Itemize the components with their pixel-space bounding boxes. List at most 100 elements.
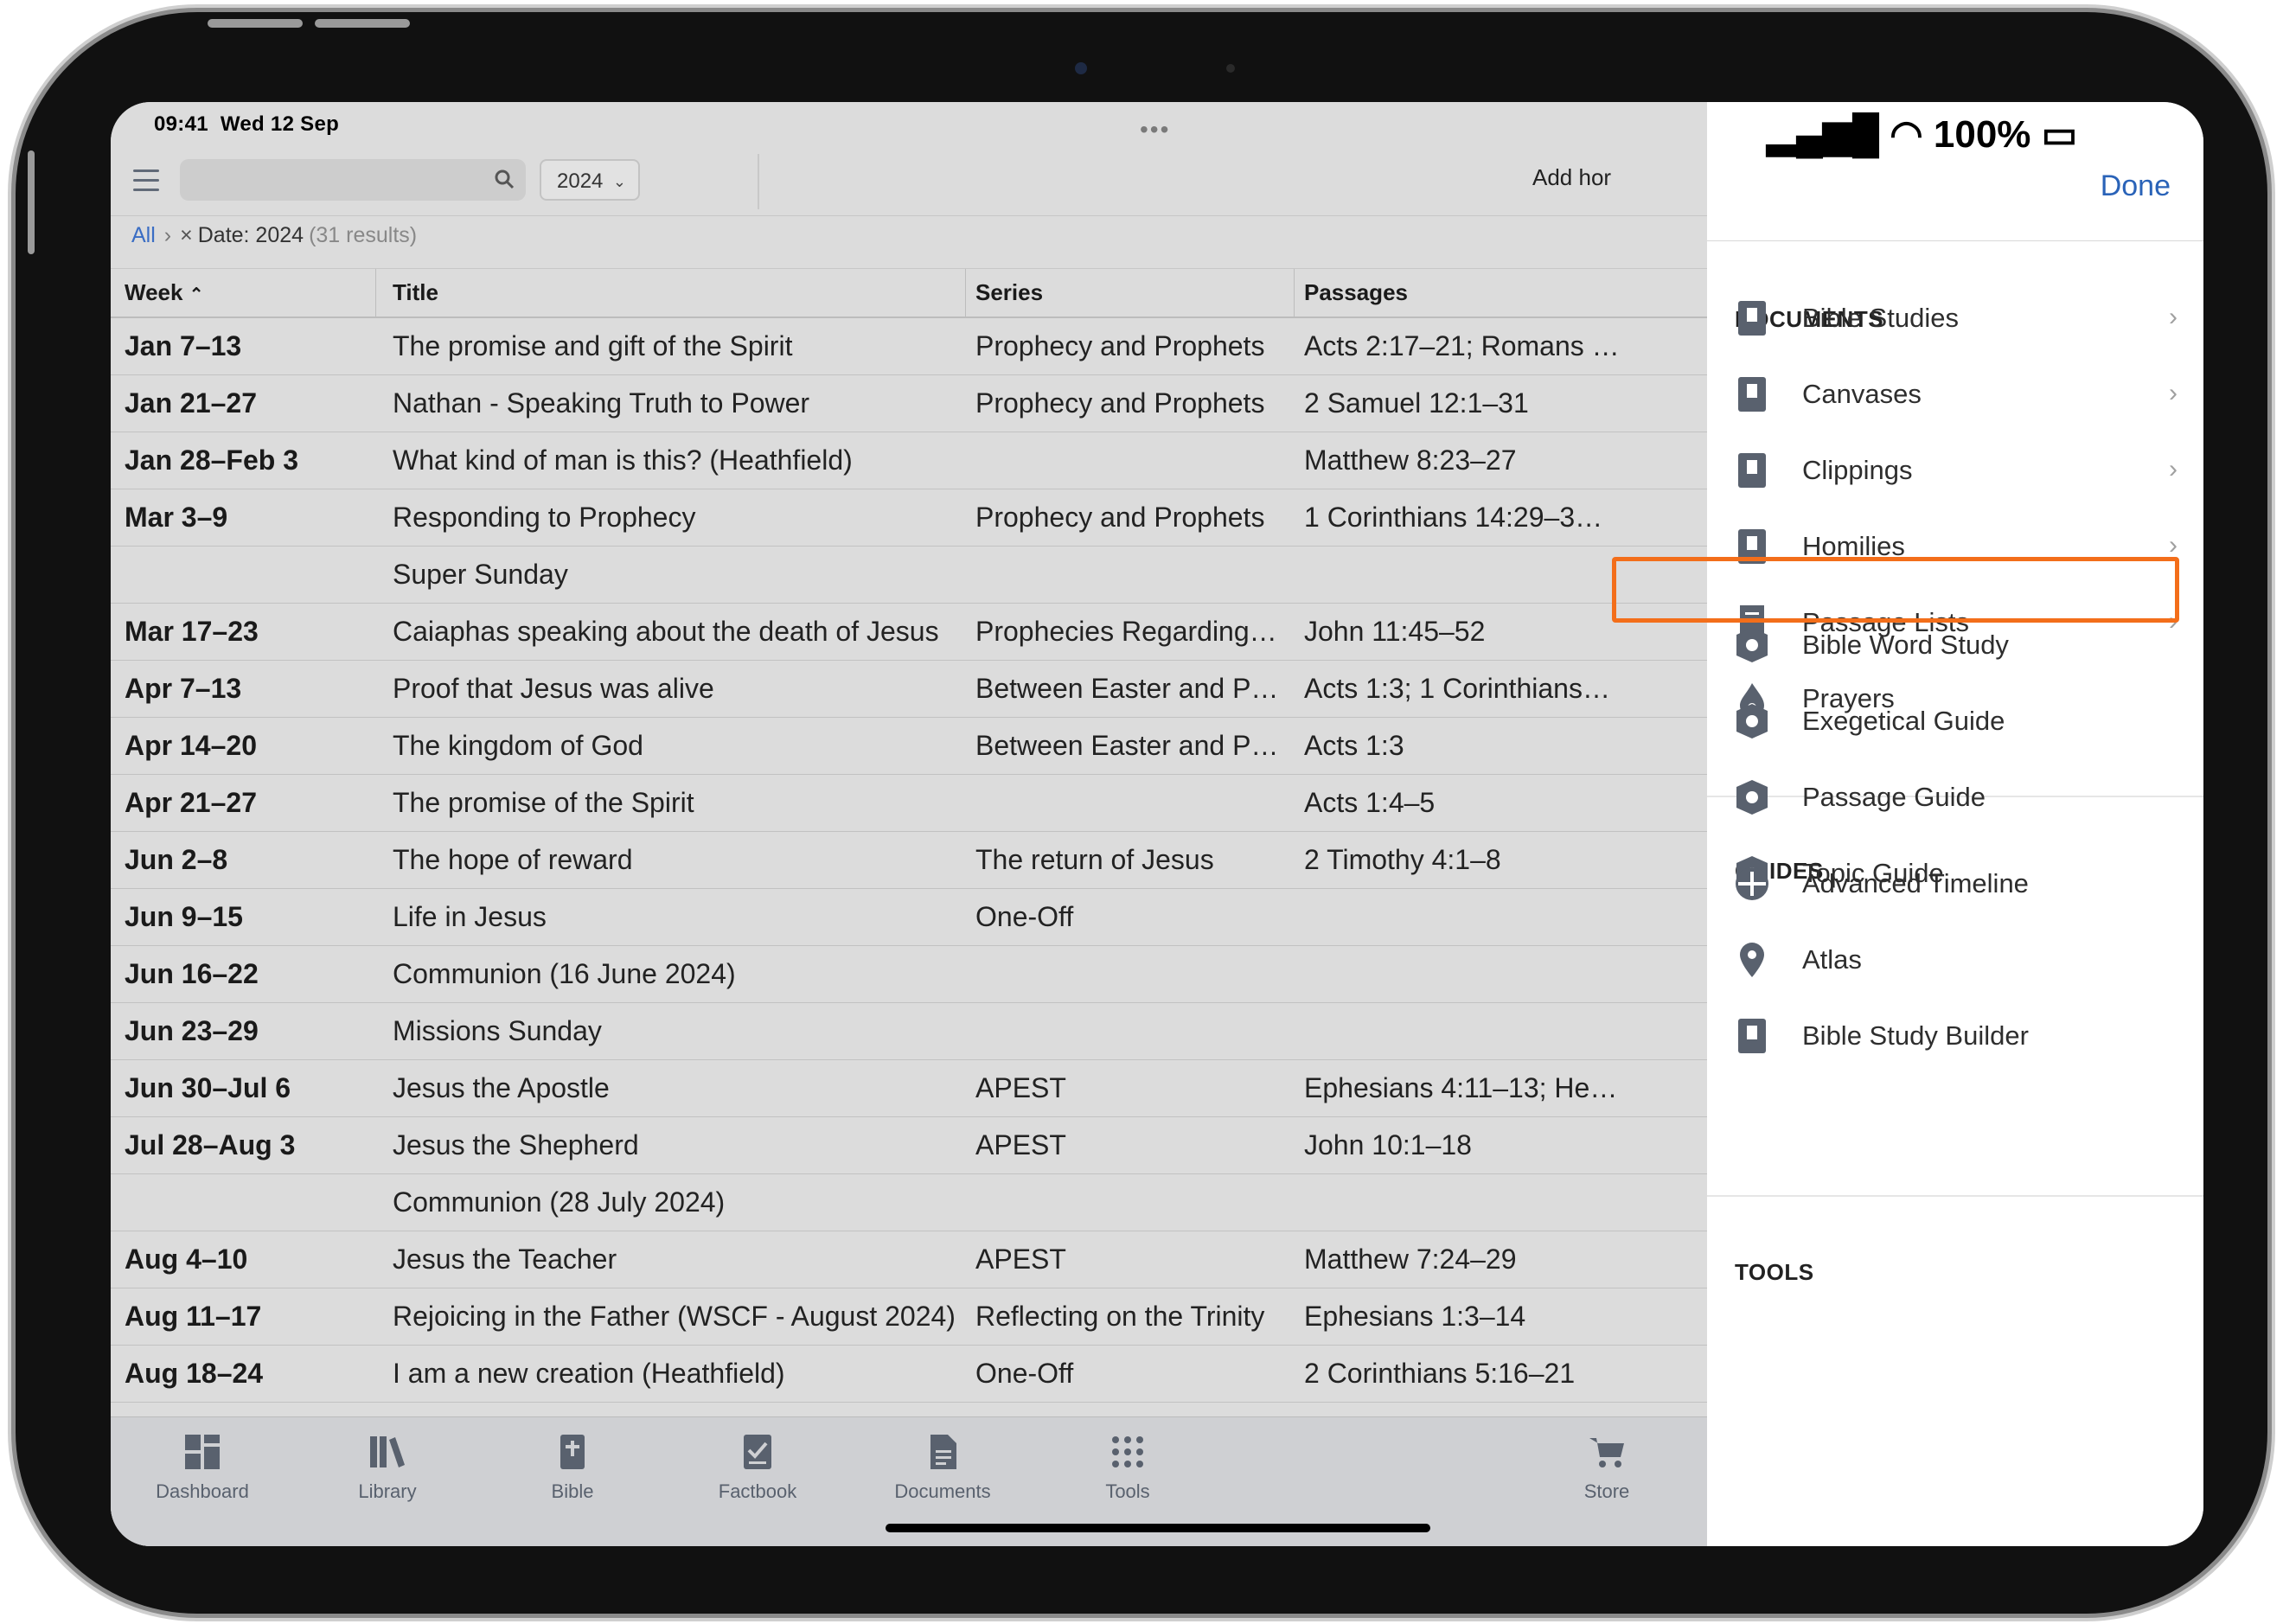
table-row[interactable]: Communion (28 July 2024) [111,1174,1707,1231]
panel-item-atlas[interactable]: Atlas [1707,922,2203,998]
table-row[interactable]: Jan 21–27 Nathan - Speaking Truth to Powe… [111,375,1707,432]
tab-label: Dashboard [156,1480,249,1502]
cell-series: One-Off [975,901,1074,932]
table-row[interactable]: Aug 18–24 I am a new creation (Heathfield… [111,1346,1707,1403]
table-row[interactable]: Apr 21–27 The promise of the Spirit Acts 1… [111,775,1707,832]
table-row[interactable]: Jan 7–13 The promise and gift of the Spir… [111,318,1707,375]
add-home-button[interactable]: Add hor [1532,164,1611,191]
tab-label: Store [1583,1480,1630,1502]
panel-item-label: Atlas [1802,944,1862,975]
homilies-table: Week ⌃ Title Series Passages Jan 7–13 The… [111,268,1707,1403]
cell-week: Jun 2–8 [125,844,228,875]
table-header: Week ⌃ Title Series Passages [111,268,1707,318]
tab-library[interactable]: Library [318,1433,457,1503]
breadcrumb: All › × Date: 2024 (31 results) [131,223,417,248]
done-button[interactable]: Done [2101,169,2171,203]
bible-word-study-icon [1736,628,1768,662]
cell-week: Jun 9–15 [125,901,243,932]
cell-week: Mar 17–23 [125,616,259,647]
tools-grid-icon [1112,1436,1143,1467]
cell-title: Communion (16 June 2024) [393,958,736,989]
panel-header-divider [1707,240,2203,241]
cell-series: APEST [975,1072,1066,1103]
panel-item-clippings[interactable]: Clippings › [1707,432,2203,508]
battery-percent: 100% [1933,113,2031,156]
volume-button [315,19,410,28]
column-header-series[interactable]: Series [975,279,1289,306]
panel-item-exegetical-guide[interactable]: Exegetical Guide [1707,683,2203,759]
tab-tools[interactable]: Tools [1058,1433,1197,1503]
toolbar-divider [758,154,759,209]
panel-item-passage-guide[interactable]: Passage Guide [1707,759,2203,835]
table-row[interactable]: Aug 11–17 Rejoicing in the Father (WSCF -… [111,1288,1707,1346]
tab-dashboard[interactable]: Dashboard [133,1433,272,1503]
home-indicator[interactable] [886,1524,1430,1532]
table-row[interactable]: Jun 2–8 The hope of reward The return of J… [111,832,1707,889]
table-row[interactable]: Apr 7–13 Proof that Jesus was alive Betwee… [111,661,1707,718]
cell-week: Apr 14–20 [125,730,257,761]
table-row[interactable]: Jan 28–Feb 3 What kind of man is this? (H… [111,432,1707,489]
cell-title: Jesus the Shepherd [393,1129,639,1160]
table-row[interactable]: Jun 30–Jul 6 Jesus the Apostle APEST Ephesi… [111,1060,1707,1117]
menu-icon[interactable] [133,169,159,192]
panel-item-bible-study-builder[interactable]: Bible Study Builder [1707,998,2203,1074]
breadcrumb-all[interactable]: All [131,223,156,247]
cell-series: APEST [975,1129,1066,1160]
bible-icon [560,1435,585,1469]
year-select[interactable]: 2024 ⌄ [540,159,640,201]
tab-label: Bible [551,1480,594,1502]
cell-title: Communion (28 July 2024) [393,1186,726,1218]
cell-week: Jan 21–27 [125,387,258,419]
chevron-right-icon: › [2169,531,2177,559]
multitasking-dots[interactable]: ••• [1140,116,1170,144]
cell-week: Jul 28–Aug 3 [125,1129,296,1160]
cell-title: Super Sunday [393,559,568,590]
table-row[interactable]: Mar 3–9 Responding to Prophecy Prophecy an… [111,489,1707,547]
remove-filter-icon[interactable]: × [180,223,193,247]
cell-passages: Matthew 7:24–29 [1304,1244,1517,1275]
front-camera [1075,62,1087,74]
cell-title: The hope of reward [393,844,633,875]
table-row[interactable]: Jun 16–22 Communion (16 June 2024) [111,946,1707,1003]
tab-store[interactable]: Store [1538,1433,1676,1503]
side-button [28,150,35,254]
search-icon [495,169,515,189]
chevron-right-icon: › [2169,379,2177,407]
cell-passages: Acts 2:17–21; Romans … [1304,330,1620,361]
cart-icon [1589,1438,1624,1467]
tab-bible[interactable]: Bible [503,1433,642,1503]
cell-series: Prophecies Regarding… [975,616,1277,647]
cell-title: What kind of man is this? (Heathfield) [393,444,853,476]
column-header-week[interactable]: Week ⌃ [125,279,375,306]
passage-guide-icon [1736,780,1768,815]
table-row[interactable]: Apr 14–20 The kingdom of God Between Easte… [111,718,1707,775]
cell-week: Aug 4–10 [125,1244,248,1275]
panel-item-label: Clippings [1802,455,1913,485]
tab-documents[interactable]: Documents [873,1433,1012,1503]
table-row[interactable]: Super Sunday [111,547,1707,604]
cell-week: Apr 7–13 [125,673,242,704]
panel-item-bible-studies[interactable]: Bible Studies › [1707,280,2203,356]
cell-passages: Ephesians 1:3–14 [1304,1301,1526,1332]
cell-passages: Acts 1:4–5 [1304,787,1436,818]
panel-item-label: Bible Studies [1802,303,1959,333]
search-input[interactable] [180,159,526,201]
panel-item-label: Bible Word Study [1802,630,2009,660]
cell-passages: Matthew 8:23–27 [1304,444,1517,476]
canvases-icon [1738,377,1766,412]
advanced-timeline-icon [1736,867,1768,900]
table-row[interactable]: Jun 23–29 Missions Sunday [111,1003,1707,1060]
table-row[interactable]: Jun 9–15 Life in Jesus One-Off [111,889,1707,946]
table-row[interactable]: Aug 4–10 Jesus the Teacher APEST Matthew 7:… [111,1231,1707,1288]
panel-item-advanced-timeline[interactable]: Advanced Timeline [1707,846,2203,922]
cell-series: Prophecy and Prophets [975,387,1265,419]
cell-series: Reflecting on the Trinity [975,1301,1265,1332]
column-header-passages[interactable]: Passages [1304,279,1698,306]
cell-week: Jan 7–13 [125,330,242,361]
table-row[interactable]: Jul 28–Aug 3 Jesus the Shepherd APEST John … [111,1117,1707,1174]
column-header-title[interactable]: Title [393,279,963,306]
sort-ascending-icon: ⌃ [189,285,204,304]
panel-item-canvases[interactable]: Canvases › [1707,356,2203,432]
table-row[interactable]: Mar 17–23 Caiaphas speaking about the dea… [111,604,1707,661]
tab-factbook[interactable]: Factbook [688,1433,827,1503]
